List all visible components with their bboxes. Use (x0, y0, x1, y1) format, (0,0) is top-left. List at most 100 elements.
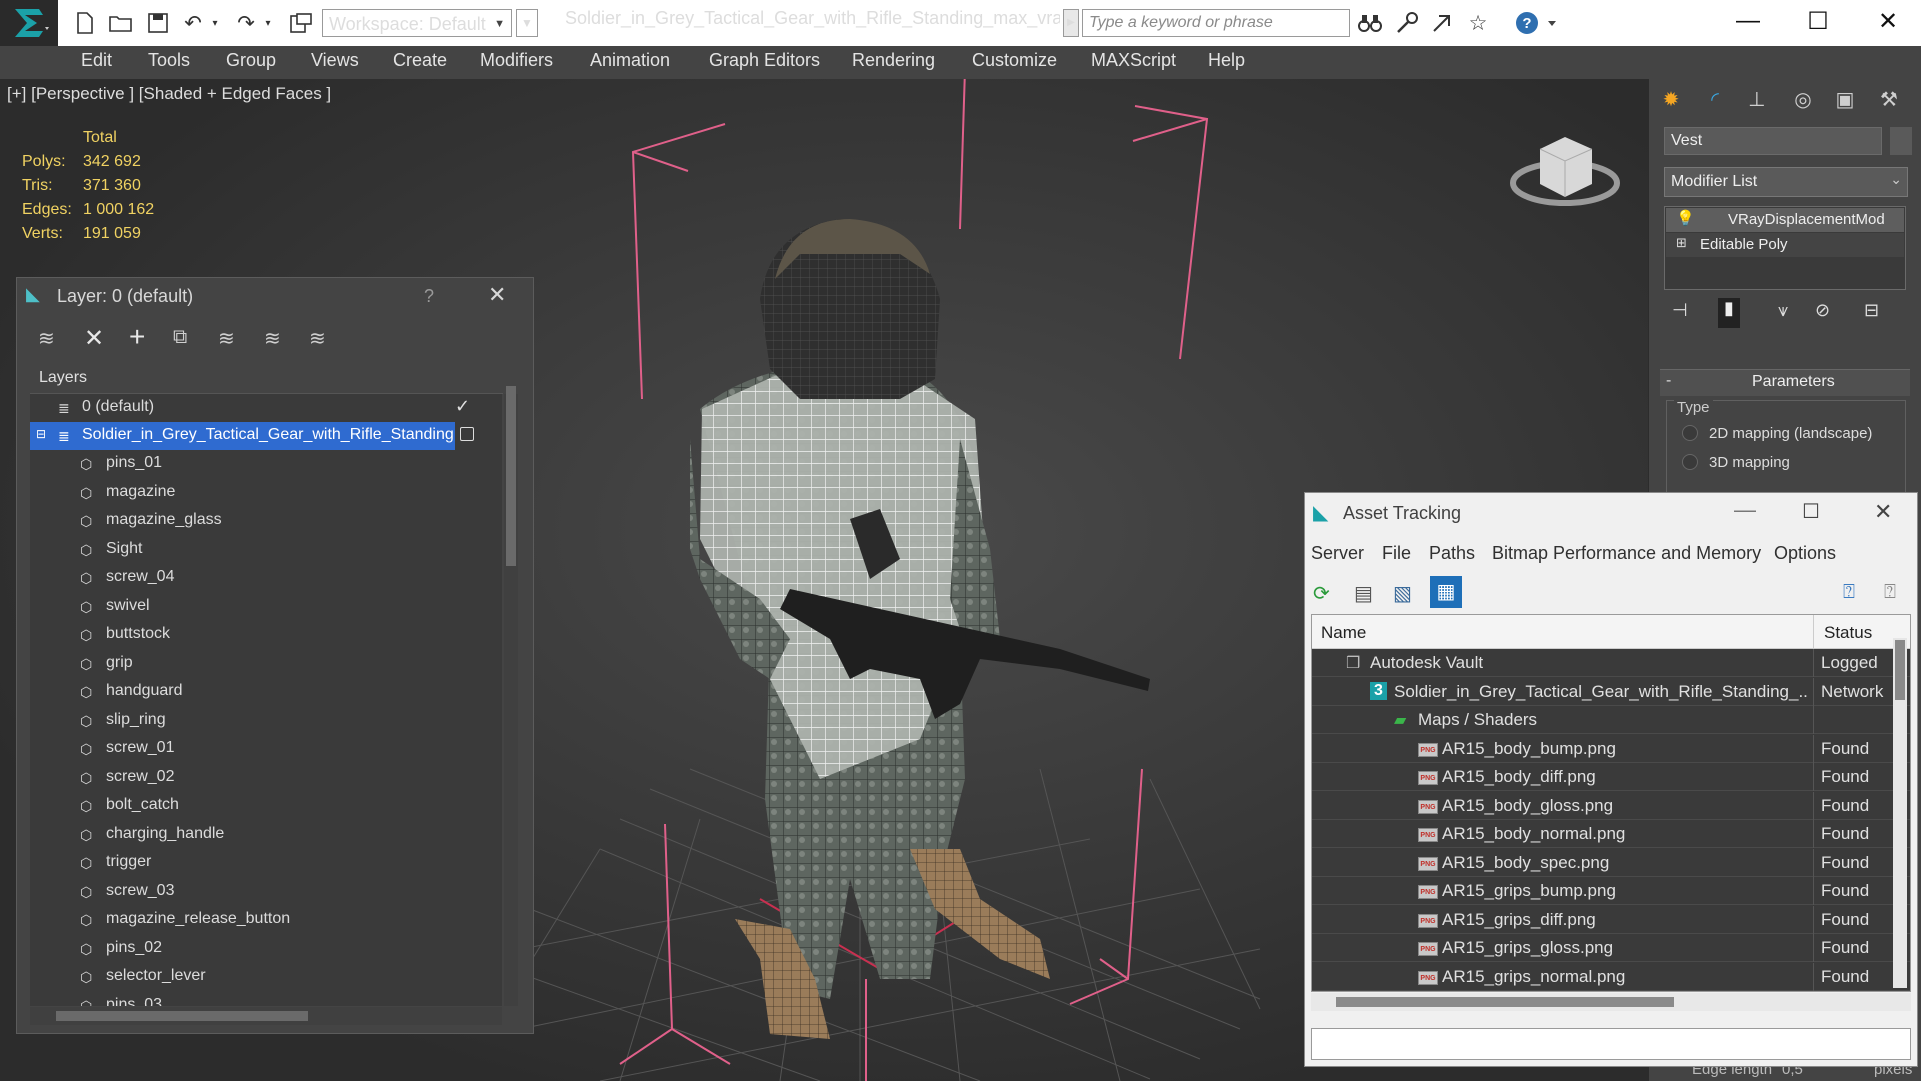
collapse-minus-icon[interactable]: ⊟ (36, 427, 46, 441)
workspace-dropdown[interactable]: Workspace: Default ▼ (322, 9, 512, 37)
app-logo-icon[interactable] (0, 0, 58, 46)
layer-object-row[interactable]: ⬡ selector_lever (30, 963, 502, 991)
asset-menu-file[interactable]: File (1382, 543, 1411, 564)
layer-row-default[interactable]: ≣ 0 (default) ✓ (30, 394, 502, 422)
asset-row[interactable]: ▰ Maps / Shaders (1312, 706, 1910, 734)
layer-scrollbar-thumb[interactable] (506, 386, 516, 566)
asset-row[interactable]: PNG AR15_grips_bump.png Found (1312, 877, 1910, 905)
freeze-layers-icon[interactable]: ≋ (309, 326, 326, 351)
redo-icon[interactable]: ↷ (231, 9, 261, 37)
favorites-star-icon[interactable]: ☆ (1463, 9, 1493, 37)
make-unique-icon[interactable]: ⩛ (1778, 300, 1788, 321)
layers-column-header[interactable]: Layers (30, 361, 503, 394)
motion-tab-icon[interactable]: ◎ (1786, 84, 1820, 114)
asset-row[interactable]: PNG AR15_body_bump.png Found (1312, 734, 1910, 763)
subscription-icon[interactable] (1428, 9, 1458, 37)
layer-object-row[interactable]: ⬡ screw_04 (30, 564, 502, 592)
parameters-rollout-header[interactable]: - Parameters (1660, 369, 1910, 396)
modify-tab-icon[interactable]: ◜ (1698, 84, 1732, 114)
asset-row[interactable]: PNG AR15_body_normal.png Found (1312, 820, 1910, 848)
maximize-button[interactable]: ☐ (1783, 0, 1853, 42)
active-layer-check-icon[interactable]: ✓ (455, 396, 470, 417)
add-to-layer-icon[interactable]: + (129, 321, 145, 353)
menu-edit[interactable]: Edit (81, 50, 112, 71)
asset-menu-bitmap[interactable]: Bitmap Performance and Memory (1492, 543, 1761, 564)
key-tools-icon[interactable] (1392, 9, 1422, 37)
show-end-result-icon[interactable]: ▮ (1718, 298, 1740, 328)
stack-item-vraydisplacement[interactable]: 💡 VRayDisplacementMod (1666, 208, 1904, 232)
asset-menu-server[interactable]: Server (1311, 543, 1364, 564)
layer-object-row[interactable]: ⬡ slip_ring (30, 707, 502, 735)
hierarchy-tab-icon[interactable]: ⊥ (1740, 84, 1774, 114)
layer-create-icon[interactable]: ≋ (38, 326, 55, 351)
help-icon[interactable]: ? (1513, 9, 1559, 37)
layer-close-button[interactable]: ✕ (488, 282, 506, 308)
remove-modifier-icon[interactable]: ⊘ (1815, 300, 1830, 321)
menu-modifiers[interactable]: Modifiers (480, 50, 553, 71)
menu-group[interactable]: Group (226, 50, 276, 71)
layer-object-row[interactable]: ⬡ bolt_catch (30, 792, 502, 820)
layer-object-row[interactable]: ⬡ charging_handle (30, 821, 502, 849)
asset-row[interactable]: PNG AR15_grips_normal.png Found (1312, 962, 1910, 991)
layer-object-row[interactable]: ⬡ pins_03 (30, 992, 502, 1007)
layer-object-row[interactable]: ⬡ magazine (30, 479, 502, 507)
minimize-button[interactable]: — (1713, 0, 1783, 42)
hide-layers-icon[interactable]: ≋ (264, 326, 281, 351)
highlight-layer-icon[interactable]: ≋ (218, 326, 235, 351)
object-name-field[interactable]: Vest (1664, 127, 1882, 155)
select-layer-objects-icon[interactable]: ⧉ (173, 326, 187, 349)
delete-layer-icon[interactable]: ✕ (84, 324, 104, 353)
asset-table[interactable]: Name Status ❒ Autodesk Vault Logged 3 Soldie… (1311, 614, 1911, 992)
table-view-icon[interactable]: ▦ (1430, 576, 1462, 608)
asset-minimize-button[interactable]: — (1734, 497, 1756, 523)
layer-object-row[interactable]: ⬡ buttstock (30, 621, 502, 649)
column-header-status[interactable]: Status (1824, 623, 1872, 643)
asset-hscroll-thumb[interactable] (1336, 997, 1674, 1007)
asset-row[interactable]: ❒ Autodesk Vault Logged (1312, 649, 1910, 677)
asset-row[interactable]: PNG AR15_grips_diff.png Found (1312, 905, 1910, 934)
vault-settings-icon[interactable]: ⍰ (1884, 581, 1896, 604)
layer-object-row[interactable]: ⬡ grip (30, 650, 502, 678)
asset-path-field[interactable] (1311, 1028, 1911, 1060)
asset-menu-paths[interactable]: Paths (1429, 543, 1475, 564)
menu-graph-editors[interactable]: Graph Editors (709, 50, 820, 71)
layer-object-row[interactable]: ⬡ magazine_glass (30, 507, 502, 535)
menu-views[interactable]: Views (311, 50, 359, 71)
search-expand-icon[interactable]: ▶ (1063, 9, 1079, 37)
new-file-icon[interactable] (70, 9, 100, 37)
layer-object-row[interactable]: ⬡ magazine_release_button (30, 906, 502, 934)
menu-maxscript[interactable]: MAXScript (1091, 50, 1176, 71)
menu-create[interactable]: Create (393, 50, 447, 71)
asset-row[interactable]: PNG AR15_body_spec.png Found (1312, 848, 1910, 877)
menu-animation[interactable]: Animation (590, 50, 670, 71)
save-icon[interactable] (143, 9, 173, 37)
layer-tree[interactable]: ≣ 0 (default) ✓ ⊟ ≣ Soldier_in_Grey_Tact… (30, 394, 502, 1006)
option-3d-mapping[interactable]: 3D mapping (1709, 454, 1790, 471)
layer-object-row[interactable]: ⬡ trigger (30, 849, 502, 877)
layer-object-row[interactable]: ⬡ pins_01 (30, 450, 502, 478)
object-color-swatch[interactable] (1890, 127, 1912, 155)
viewport-label[interactable]: [+] [Perspective ] [Shaded + Edged Faces… (7, 84, 331, 104)
asset-row[interactable]: PNG AR15_body_diff.png Found (1312, 763, 1910, 791)
layer-help-button[interactable]: ? (424, 286, 434, 307)
undo-icon[interactable]: ↶ (178, 9, 208, 37)
layer-object-row[interactable]: ⬡ Sight (30, 536, 502, 564)
binoculars-icon[interactable] (1355, 9, 1385, 37)
menu-customize[interactable]: Customize (972, 50, 1057, 71)
utilities-tab-icon[interactable]: ⚒ (1872, 84, 1906, 114)
option-2d-mapping[interactable]: 2D mapping (landscape) (1709, 425, 1872, 442)
redo-dropdown-icon[interactable]: ▾ (260, 9, 276, 37)
layer-object-row[interactable]: ⬡ screw_01 (30, 735, 502, 763)
image-view-icon[interactable]: ▧ (1393, 581, 1412, 606)
project-icon[interactable] (286, 9, 316, 37)
menu-rendering[interactable]: Rendering (852, 50, 935, 71)
layer-object-row[interactable]: ⬡ handguard (30, 678, 502, 706)
menu-tools[interactable]: Tools (148, 50, 190, 71)
asset-row[interactable]: 3 Soldier_in_Grey_Tactical_Gear_with_Rifl… (1312, 677, 1910, 706)
layer-object-row[interactable]: ⬡ pins_02 (30, 935, 502, 963)
pin-stack-icon[interactable]: ⊣ (1672, 300, 1688, 321)
layer-row-soldier[interactable]: ⊟ ≣ Soldier_in_Grey_Tactical_Gear_with_R… (30, 422, 455, 450)
set-active-layer-box[interactable] (460, 427, 474, 441)
close-window-button[interactable]: ✕ (1853, 0, 1921, 42)
stack-item-editable-poly[interactable]: ⊞ Editable Poly (1666, 233, 1904, 257)
